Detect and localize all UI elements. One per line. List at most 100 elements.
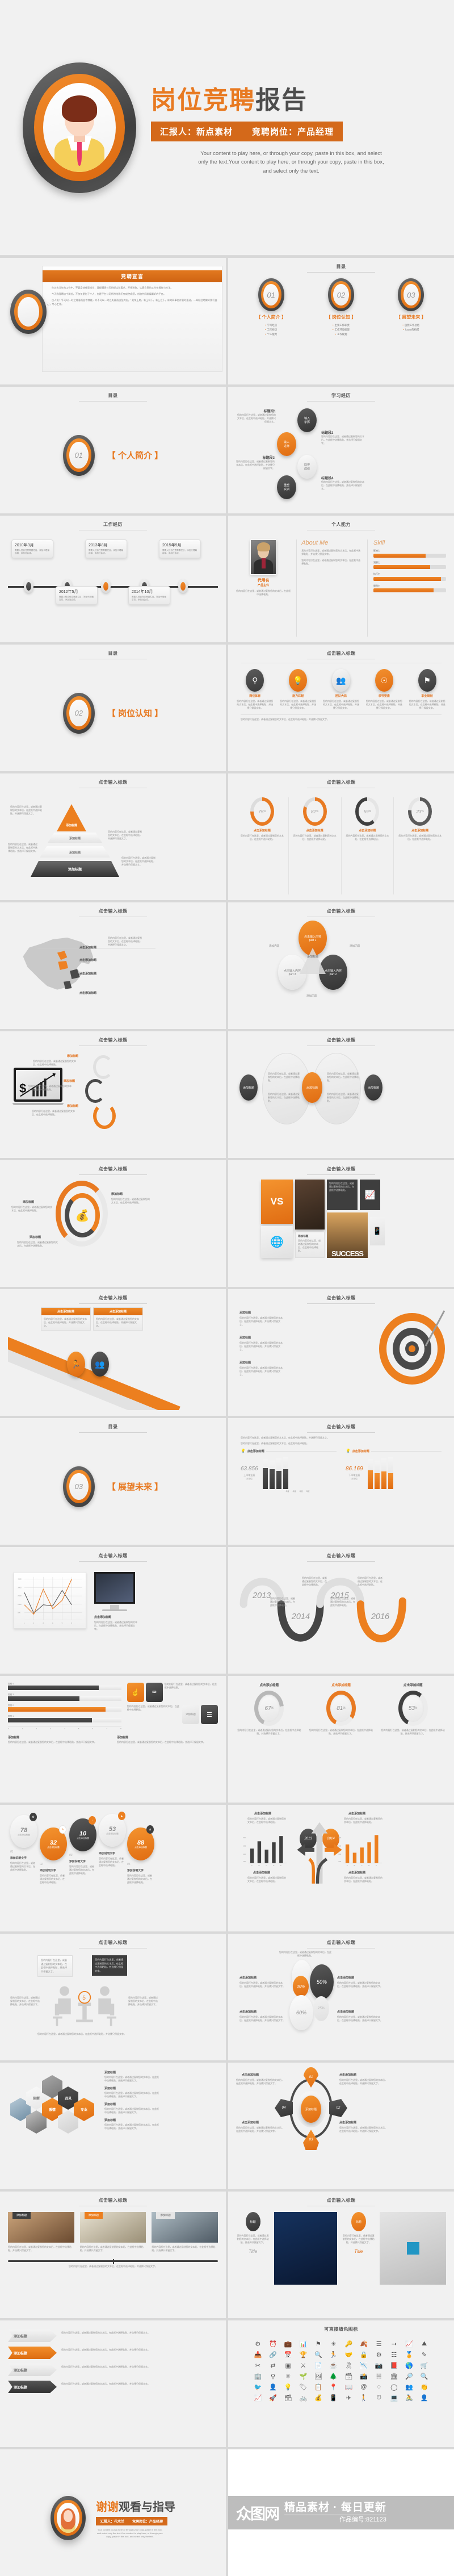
team-icon[interactable]: 👥 [402, 2383, 417, 2391]
key-icon[interactable]: 🔑 [342, 2340, 356, 2348]
handshake-icon[interactable]: 🤝 [342, 2351, 356, 2358]
share-icon[interactable]: ⚙ [372, 2351, 386, 2358]
slide-number-bubbles[interactable]: 78 点击添加标题 ⚙ 01 添加说明文字 您的内容打在这里，或者通过复制您的文本… [0, 1805, 226, 1931]
clock-icon[interactable]: ⏰ [266, 2340, 280, 2348]
money-icon[interactable]: 💰 [312, 2394, 326, 2402]
slide-table-of-contents[interactable]: 目录 01 【 个人简介 】 学习经历 工作经历 个人能力 02 【 岗位认知 … [228, 258, 454, 384]
slide-venn-three[interactable]: 点击输入标题 点击输入内容 part 1 点击输入内容 part 2 点击输入内容 p… [228, 902, 454, 1029]
toc-item[interactable]: 02 【 岗位认知 】 主要工作职责 工作环境梳理 工作规划 [308, 278, 375, 338]
bulb-icon[interactable]: 💡 [281, 2383, 295, 2391]
slide-vs-collage[interactable]: 点击输入标题 VS 🌐 添加标题 您的内容打在这里，或者通过复制您的文本后，在此… [228, 1160, 454, 1287]
frame-icon[interactable]: ▣ [281, 2362, 295, 2369]
slide-meeting-dialog[interactable]: 点击输入标题 您的内容打在这里，或者通过复制您的文本后，在此框中选择粘贴，并选择… [0, 1934, 226, 2060]
columns-icon[interactable]: 📈 [402, 2340, 417, 2348]
walk-icon[interactable]: 🚶 [357, 2394, 371, 2402]
runner-icon[interactable]: 🏃 [326, 2351, 340, 2358]
slide-china-map[interactable]: 点击输入标题 点击添加标题 点击添加标题 点击添加标题 点击添加标题 您的内容打… [0, 902, 226, 1029]
slide-section-03[interactable]: 目录 03 【 展望未来 】 [0, 1418, 226, 1545]
photo-card[interactable]: 添加标题 您的内容打在这里，或者通过复制您的文本后，在此框中选择粘贴，并选择只保… [8, 2212, 74, 2252]
toc-item[interactable]: 01 【 个人简介 】 学习经历 工作经历 个人能力 [237, 278, 304, 338]
bike-icon[interactable]: 🚲 [296, 2394, 310, 2402]
rings-icon[interactable]: ◌ [372, 2383, 386, 2391]
rocket-icon[interactable]: 🚀 [266, 2394, 280, 2402]
sliders-icon[interactable]: ☷ [387, 2351, 401, 2358]
feature-item[interactable]: ⚑ 职业规划 您的内容打在这里，或者通过复制您的文本后，在此框中选择粘贴，并选择… [408, 669, 446, 710]
slide-two-column-photos[interactable]: 点击输入标题 标题 您的内容打在这里，或者通过复制您的文本后，在此框中选择粘贴，… [228, 2192, 454, 2318]
feature-item[interactable]: ☉ 领导要素 您的内容打在这里，或者通过复制您的文本后，在此框中选择粘贴，并选择… [365, 669, 403, 710]
slide-laptop-rings[interactable]: 点击输入标题 $ 添加标题 您的内容打在这里，或者通过复制您的文本后，在此框中选… [0, 1031, 226, 1158]
slide-hex-collage[interactable]: 创新 激情 远见 专业 添加标题 您的内容打在这里，或者通过复制您的文本后，在此… [0, 2063, 226, 2189]
tree-icon[interactable]: 🌲 [326, 2373, 340, 2380]
slide-diagonal-band[interactable]: 点击输入标题 点击添加标题 您的内容打在这里，或者通过复制您的文本后，在此框中选… [0, 1289, 226, 1416]
globe-icon[interactable]: 🌎 [402, 2362, 417, 2369]
chevron-row[interactable]: 添加标题 您的内容打在这里，或者通过复制您的文本后，在此框中选择粘贴，并选择只保… [8, 2364, 218, 2376]
slide-education-history[interactable]: 学习经历 输入 学历 输入 进修 取得 成绩 重塑 实训 标题段1 您的内容打在这里，或… [228, 387, 454, 513]
chart-icon[interactable]: 📊 [296, 2340, 310, 2348]
zoom-icon[interactable]: 🔎 [402, 2373, 417, 2380]
pen-icon[interactable]: ✎ [417, 2351, 431, 2358]
slide-flow-ovals[interactable]: 点击输入标题 添加标题 添加标题 添加标题 您的内容打在这里，或者通过复制您的文… [228, 1031, 454, 1158]
slide-declaration[interactable]: 竞聘宣言 在过去几年的工作中，不管身处哪里岗位，我都遵照公司的规定和要求，开拓进… [0, 258, 226, 384]
bird-icon[interactable]: 🐦 [251, 2383, 265, 2391]
case-icon[interactable]: 🗃 [281, 2394, 295, 2402]
lab-icon[interactable]: ⚲ [266, 2373, 280, 2380]
pin-icon[interactable]: 📍 [326, 2383, 340, 2391]
feature-item[interactable]: 💡 能力匹配 您的内容打在这里，或者通过复制您的文本后，在此框中选择粘贴，并选择… [279, 669, 317, 710]
slide-icon-library[interactable]: 可直接填色图标 ⚙ ⏰ 💼 📊 ⚑ ☀ 🔑 🍂 ☰ ➞ 📈 ⛰ 📥 🔗 📅 🏆 🔍 🏃 🤝 🔒 ⚙ ☷… [228, 2320, 454, 2447]
award-icon[interactable]: 🏅 [402, 2351, 417, 2358]
cup-icon[interactable]: ☕ [326, 2362, 340, 2369]
slide-petal-percent[interactable]: 点击输入标题 30% 50% 60% 25% 您的内容打在这里，或者通过复制您的… [228, 1934, 454, 2060]
graph-icon[interactable]: 📋 [312, 2383, 326, 2391]
chevron-row[interactable]: 添加标题 您的内容打在这里，或者通过复制您的文本后，在此框中选择粘贴，并选择只保… [8, 2347, 218, 2359]
slide-wave-timeline[interactable]: 点击输入标题 2013 2014 2015 2016 您的内容打在这里，或者通过复制… [228, 1547, 454, 1674]
slide-line-chart-monitor[interactable]: 点击输入标题 4000 3000 2500 1500 500 1 2 3 4 5… [0, 1547, 226, 1674]
slide-donut-stats[interactable]: 点击输入标题 75% 点击添加标题 您的内容打在这里，或者通过复制您的文本后，在… [228, 773, 454, 900]
tag-icon[interactable]: 🏷 [296, 2383, 310, 2391]
slide-personal-ability[interactable]: 个人能力 代用名 产品主件 您的内容打在这里，或者通过复制您的文本后，在此框中选… [228, 516, 454, 642]
server-icon[interactable]: 🗃 [342, 2373, 356, 2380]
gear-icon[interactable]: ⚙ [251, 2340, 265, 2348]
feature-item[interactable]: 👥 团队大局 您的内容打在这里，或者通过复制您的文本后，在此框中选择粘贴，并选择… [322, 669, 360, 710]
camera-icon[interactable]: 📸 [357, 2373, 371, 2380]
lock-icon[interactable]: 🔒 [357, 2351, 371, 2358]
exchange-icon[interactable]: ⇄ [266, 2362, 280, 2369]
chevron-row[interactable]: 添加标题 您的内容打在这里，或者通过复制您的文本后，在此框中选择粘贴，并选择只保… [8, 2330, 218, 2342]
toc-item[interactable]: 03 【 展望未来 】 自我工作总结 future的构成 [377, 278, 444, 333]
mountain-icon[interactable]: ⛰ [417, 2340, 431, 2348]
leaf-icon[interactable]: 🍂 [357, 2340, 371, 2348]
equalizer-icon[interactable]: ☵ [372, 2373, 386, 2380]
photo-card[interactable]: 添加标题 您的内容打在这里，或者通过复制您的文本后，在此框中选择粘贴，并选择只保… [79, 2212, 146, 2252]
building-icon[interactable]: 🏢 [251, 2373, 265, 2380]
scissors-icon[interactable]: ✂ [251, 2362, 265, 2369]
plant-icon[interactable]: 🌱 [296, 2373, 310, 2380]
slide-circular-arrows[interactable]: 点击输入标题 💰 添加标题 您的内容打在这里，或者通过复制您的文本后，在此框中选… [0, 1160, 226, 1287]
hands-icon[interactable]: 👏 [417, 2383, 431, 2391]
find-icon[interactable]: 🔍 [417, 2373, 431, 2380]
medal-icon[interactable]: 🎗 [342, 2362, 356, 2369]
slide-hbar-chart[interactable]: 类别 4 类别 3 类别 2 类别 1 012345678 ☝ ⌨ 您的内容打在… [0, 1676, 226, 1803]
growth-icon[interactable]: 📉 [357, 2362, 371, 2369]
slide-chevron-list[interactable]: 添加标题 您的内容打在这里，或者通过复制您的文本后，在此框中选择粘贴，并选择只保… [0, 2320, 226, 2447]
slide-orbit-four[interactable]: 添加标题 01 02 03 04 点击添加标题 您的内容打在这里，或者通过复制您… [228, 2063, 454, 2189]
slide-pyramid[interactable]: 点击输入标题 添加标题 添加标题 添加标题 添加标题 您的内容打在这里，或者通过… [0, 773, 226, 900]
briefcase-icon[interactable]: 💼 [281, 2340, 295, 2348]
chevron-row[interactable]: 添加标题 您的内容打在这里，或者通过复制您的文本后，在此框中选择粘贴，并选择只保… [8, 2381, 218, 2393]
avatar-icon[interactable]: 👤 [417, 2394, 431, 2402]
inbox-icon[interactable]: 📥 [251, 2351, 265, 2358]
trophy-icon[interactable]: 🏆 [296, 2351, 310, 2358]
slide-compare-bars-arrows[interactable]: 点击添加标题 您的内容打在这里，或者通过复制您的文本后，在此框中选择粘贴。 80… [228, 1805, 454, 1931]
slide-twin-bar-stats[interactable]: 点击输入标题 您的内容打在这里，或者通过复制您的文本后，在此框中选择粘贴，并选择… [228, 1418, 454, 1545]
cart-icon[interactable]: 🛒 [417, 2362, 431, 2369]
bicycle-icon[interactable]: 🚴 [402, 2394, 417, 2402]
slide-target-dart[interactable]: 点击输入标题 添加标题 您的内容打在这里，或者通过复制您的文本后，在此框中选择粘… [228, 1289, 454, 1416]
arrow-icon[interactable]: ➞ [387, 2340, 401, 2348]
file-icon[interactable]: 📄 [312, 2362, 326, 2369]
slide-section-01[interactable]: 目录 01 【 个人简介 】 [0, 387, 226, 513]
flag-icon[interactable]: ⚑ [312, 2340, 326, 2348]
chartup-icon[interactable]: 📈 [251, 2394, 265, 2402]
clock2-icon[interactable]: ⏱ [372, 2394, 386, 2402]
slide-section-02[interactable]: 目录 02 【 岗位认知 】 [0, 645, 226, 771]
person-icon[interactable]: 👤 [266, 2383, 280, 2391]
search-icon[interactable]: 🔍 [312, 2351, 326, 2358]
bars-icon[interactable]: ☰ [372, 2340, 386, 2348]
